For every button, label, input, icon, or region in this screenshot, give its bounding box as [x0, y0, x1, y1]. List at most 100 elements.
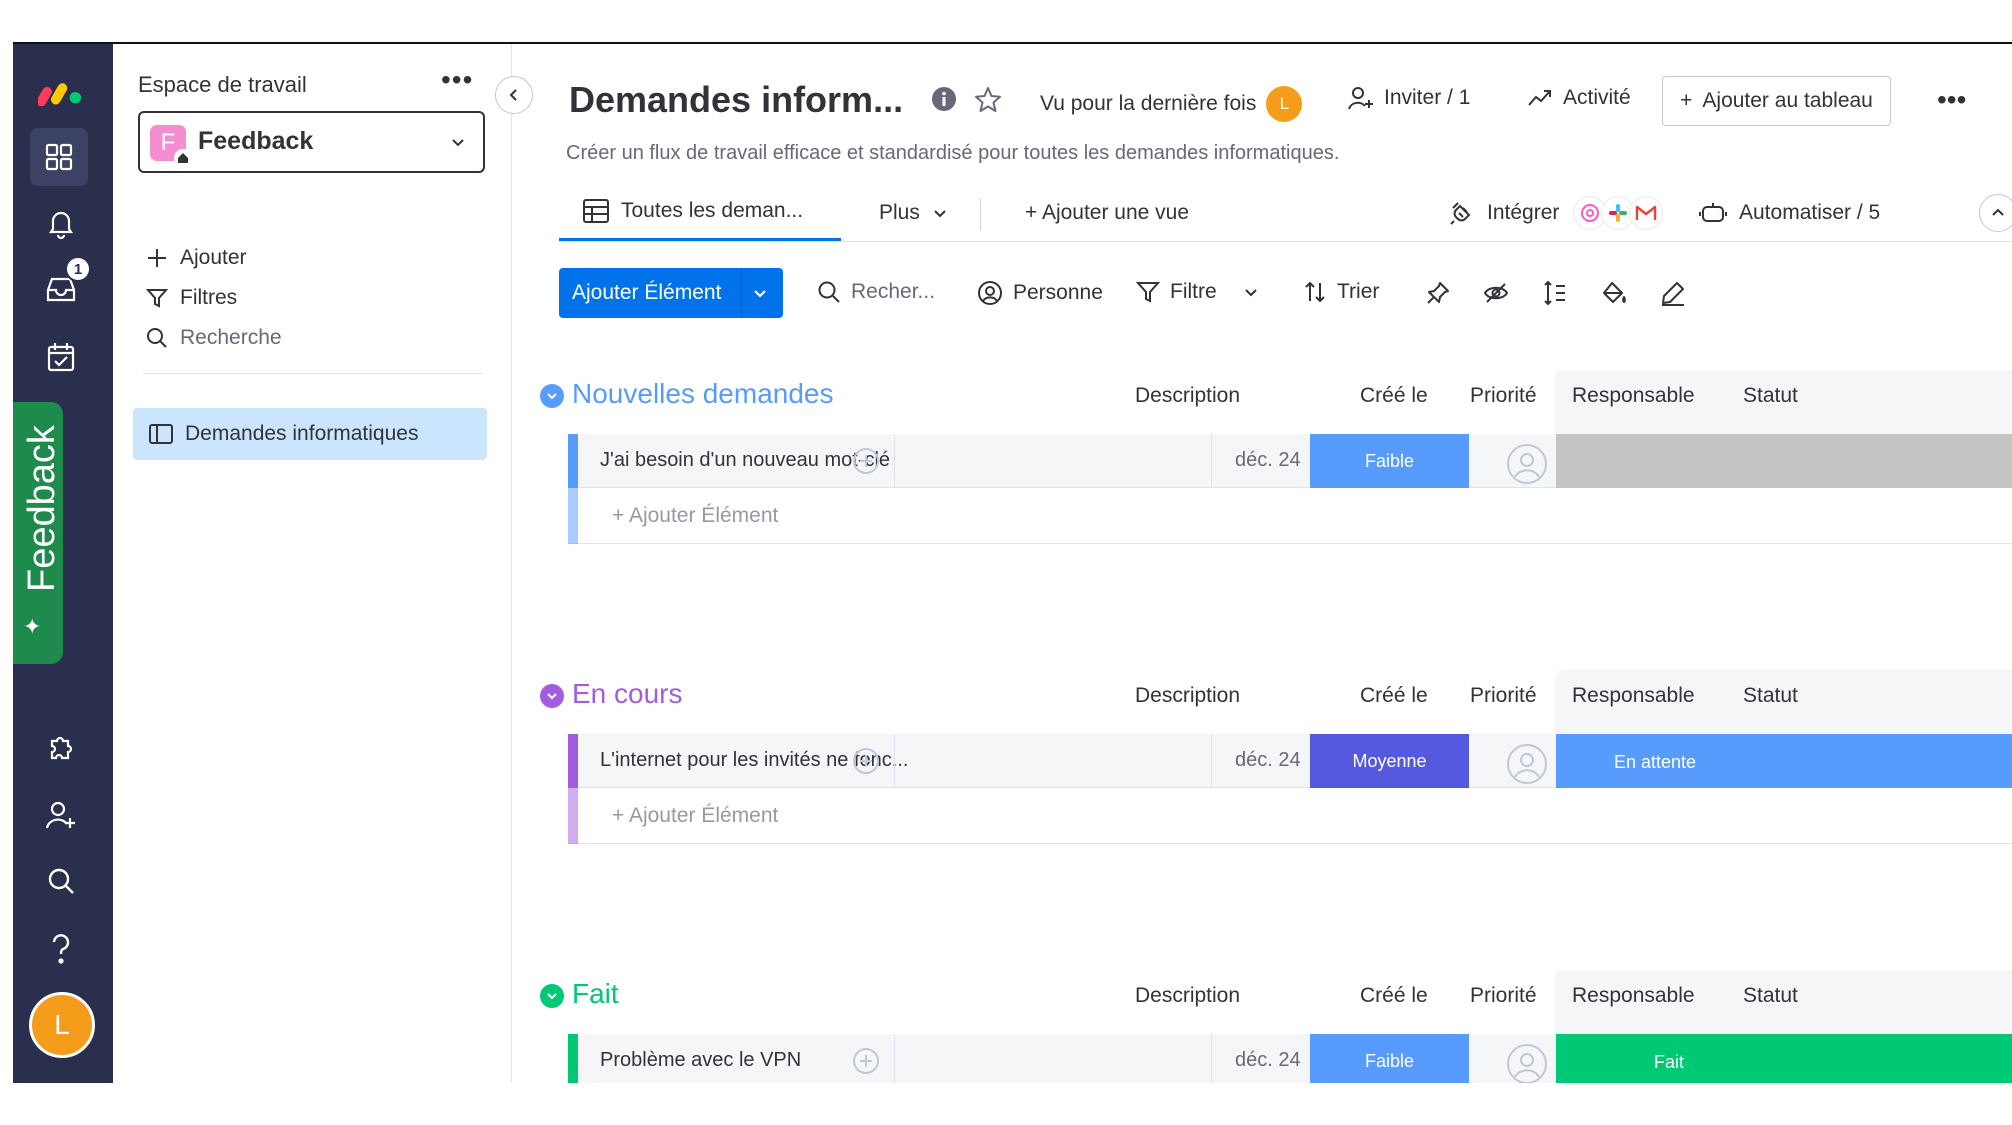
- group-collapse-icon[interactable]: [540, 984, 564, 1008]
- help-icon[interactable]: [38, 926, 84, 972]
- group-collapse-icon[interactable]: [540, 384, 564, 408]
- invite-button[interactable]: Inviter / 1: [1348, 86, 1470, 110]
- add-action[interactable]: Ajouter: [146, 246, 247, 270]
- add-update-icon[interactable]: [851, 746, 881, 776]
- search-icon[interactable]: [38, 858, 84, 904]
- owner-avatar-placeholder-icon[interactable]: [1506, 1043, 1548, 1083]
- activity-icon: [1528, 90, 1551, 106]
- invite-label: Inviter / 1: [1384, 86, 1471, 109]
- hide-icon[interactable]: [1483, 280, 1509, 306]
- item-date[interactable]: déc. 24: [1235, 1049, 1301, 1072]
- item-name[interactable]: J'ai besoin d'un nouveau mot-clé: [600, 449, 890, 472]
- views-more-label: Plus: [879, 200, 920, 224]
- col-status[interactable]: Statut: [1743, 984, 1798, 1008]
- pin-icon[interactable]: [1425, 280, 1451, 306]
- table-row[interactable]: J'ai besoin d'un nouveau mot-clé déc. 24…: [568, 434, 2012, 488]
- person-filter-button[interactable]: Personne: [977, 280, 1103, 306]
- status-label: Fait: [1654, 1052, 1685, 1072]
- group-title[interactable]: Nouvelles demandes: [572, 378, 834, 410]
- add-item-row-label: + Ajouter Élément: [612, 504, 779, 527]
- pen-icon[interactable]: [1660, 280, 1686, 306]
- group-collapse-icon[interactable]: [540, 684, 564, 708]
- table-row[interactable]: Problème avec le VPN déc. 24 Faible Fait: [568, 1034, 2012, 1083]
- item-date[interactable]: déc. 24: [1235, 449, 1301, 472]
- user-avatar[interactable]: L: [29, 992, 95, 1058]
- filter-icon: [1136, 282, 1160, 303]
- priority-cell[interactable]: Faible: [1310, 1034, 1469, 1083]
- item-name[interactable]: Problème avec le VPN: [600, 1049, 801, 1072]
- col-priority[interactable]: Priorité: [1470, 684, 1537, 708]
- add-to-board-button[interactable]: + Ajouter au tableau: [1662, 76, 1891, 126]
- integrate-button[interactable]: Intégrer: [1449, 184, 1664, 241]
- sidebar-item-board[interactable]: Demandes informatiques: [133, 408, 487, 460]
- col-owner[interactable]: Responsable: [1572, 384, 1695, 408]
- item-date[interactable]: déc. 24: [1235, 749, 1301, 772]
- col-priority[interactable]: Priorité: [1470, 984, 1537, 1008]
- calendar-check-icon[interactable]: [38, 334, 84, 380]
- col-owner[interactable]: Responsable: [1572, 684, 1695, 708]
- sidebar-divider: [143, 373, 483, 374]
- grid-icon[interactable]: [30, 128, 88, 186]
- tab-main-table-label: Toutes les deman...: [621, 199, 804, 222]
- col-description[interactable]: Description: [1135, 384, 1240, 408]
- add-item-row[interactable]: + Ajouter Élément: [568, 788, 2012, 844]
- search-icon: [147, 328, 167, 348]
- status-cell[interactable]: Fait: [1556, 1034, 2012, 1083]
- sort-label: Trier: [1337, 280, 1380, 303]
- priority-cell[interactable]: Moyenne: [1310, 734, 1469, 788]
- col-description[interactable]: Description: [1135, 684, 1240, 708]
- workspace-more-button[interactable]: •••: [441, 64, 473, 96]
- last-seen[interactable]: Vu pour la dernière fois L: [1040, 86, 1303, 122]
- views-more-dropdown[interactable]: Plus: [879, 184, 948, 241]
- feedback-tab[interactable]: Feedback ✦: [13, 402, 63, 664]
- workspace-name: Feedback: [198, 127, 314, 155]
- add-view-button[interactable]: + Ajouter une vue: [1025, 184, 1189, 241]
- add-item-button[interactable]: Ajouter Élément: [559, 268, 783, 318]
- activity-button[interactable]: Activité: [1527, 86, 1631, 110]
- bell-icon[interactable]: [38, 200, 84, 246]
- chevron-down-icon[interactable]: [1243, 284, 1259, 300]
- workspace-selector[interactable]: F Feedback: [138, 111, 485, 173]
- sort-button[interactable]: Trier: [1303, 280, 1379, 304]
- filters-action[interactable]: Filtres: [146, 286, 237, 310]
- monday-logo-icon[interactable]: [38, 68, 84, 114]
- status-cell[interactable]: [1556, 434, 2012, 488]
- priority-cell[interactable]: Faible: [1310, 434, 1469, 488]
- col-created[interactable]: Créé le: [1360, 984, 1428, 1008]
- col-owner[interactable]: Responsable: [1572, 984, 1695, 1008]
- tab-main-table[interactable]: Toutes les deman...: [559, 184, 841, 241]
- add-item-row[interactable]: + Ajouter Élément: [568, 488, 2012, 544]
- collapse-header-button[interactable]: [1979, 194, 2012, 232]
- add-update-icon[interactable]: [851, 1046, 881, 1076]
- star-icon[interactable]: [974, 86, 1002, 114]
- collapse-sidebar-button[interactable]: [495, 76, 533, 114]
- table-row[interactable]: L'internet pour les invités ne fonc... d…: [568, 734, 2012, 788]
- paint-bucket-icon[interactable]: [1601, 280, 1627, 306]
- add-update-icon[interactable]: [851, 446, 881, 476]
- group-title[interactable]: Fait: [572, 978, 619, 1010]
- group-title[interactable]: En cours: [572, 678, 683, 710]
- col-priority[interactable]: Priorité: [1470, 384, 1537, 408]
- board-more-button[interactable]: •••: [1937, 84, 1966, 116]
- col-created[interactable]: Créé le: [1360, 684, 1428, 708]
- search-box[interactable]: Recher...: [817, 280, 935, 304]
- col-description[interactable]: Description: [1135, 984, 1240, 1008]
- col-status[interactable]: Statut: [1743, 684, 1798, 708]
- col-status[interactable]: Statut: [1743, 384, 1798, 408]
- user-add-icon[interactable]: [38, 792, 84, 838]
- filter-button[interactable]: Filtre: [1136, 280, 1259, 304]
- row-height-icon[interactable]: [1542, 280, 1568, 306]
- chevron-down-icon[interactable]: [751, 284, 769, 302]
- board-title[interactable]: Demandes inform...: [569, 79, 903, 121]
- status-cell[interactable]: En attente: [1556, 734, 2012, 788]
- filter-icon: [146, 289, 168, 308]
- search-action-label: Recherche: [180, 326, 282, 349]
- owner-avatar-placeholder-icon[interactable]: [1506, 443, 1548, 485]
- automate-button[interactable]: Automatiser / 5: [1699, 184, 1880, 241]
- col-created[interactable]: Créé le: [1360, 384, 1428, 408]
- add-action-label: Ajouter: [180, 246, 247, 269]
- owner-avatar-placeholder-icon[interactable]: [1506, 743, 1548, 785]
- search-action[interactable]: Recherche: [146, 326, 282, 350]
- info-icon[interactable]: [931, 86, 957, 112]
- puzzle-icon[interactable]: [38, 724, 84, 770]
